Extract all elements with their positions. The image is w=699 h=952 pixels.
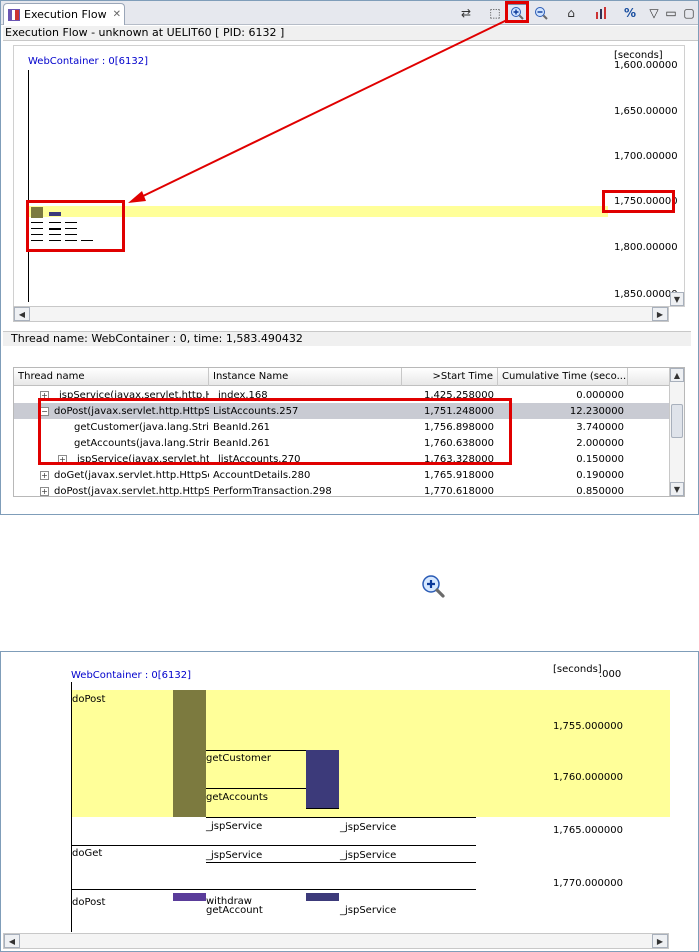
call-block-getcustomer[interactable] xyxy=(306,750,339,808)
table-row[interactable]: + doPost(javax.servlet.http.HttpS Perform… xyxy=(14,483,670,496)
table-vertical-scrollbar[interactable]: ▲ ▼ xyxy=(669,368,684,496)
column-header-thread-name[interactable]: Thread name xyxy=(14,368,209,386)
call-label-jspservice: _jspService xyxy=(340,850,397,861)
column-header-instance-name[interactable]: Instance Name xyxy=(209,368,402,386)
call-line xyxy=(72,889,476,890)
call-line xyxy=(206,788,306,789)
call-label-jspservice: _jspService xyxy=(206,821,263,832)
call-label-getaccount: getAccount xyxy=(206,905,263,916)
annotation-box-rows xyxy=(38,398,512,465)
expand-icon[interactable]: + xyxy=(40,486,49,496)
y-tick: .000 xyxy=(599,669,622,680)
chart-horizontal-scrollbar[interactable]: ◀ ▶ xyxy=(13,306,669,322)
scroll-thumb[interactable] xyxy=(671,404,683,438)
call-block-dopost[interactable] xyxy=(173,690,206,817)
zoom-in-icon xyxy=(420,573,446,599)
call-line xyxy=(206,862,476,863)
call-line xyxy=(206,817,476,818)
call-label-getcustomer: getCustomer xyxy=(206,753,271,764)
call-block-getaccount[interactable] xyxy=(306,893,339,901)
call-block-dopost[interactable] xyxy=(173,893,206,901)
scroll-up-button[interactable]: ▲ xyxy=(670,368,684,382)
y-tick: 1,765.000000 xyxy=(553,825,623,836)
scroll-right-button[interactable]: ▶ xyxy=(652,307,668,321)
unit-label: [seconds] xyxy=(553,664,602,675)
status-line: Thread name: WebContainer : 0, time: 1,5… xyxy=(3,331,691,346)
y-tick: 1,770.000000 xyxy=(553,878,623,889)
thread-label: WebContainer : 0[6132] xyxy=(71,670,192,681)
call-label-jspservice: _jspService xyxy=(340,822,397,833)
column-header-cumulative-time[interactable]: Cumulative Time (seco... xyxy=(498,368,628,386)
call-label-jspservice: _jspService xyxy=(340,905,397,916)
scroll-down-button[interactable]: ▼ xyxy=(670,482,684,496)
call-label-doget: doGet xyxy=(72,848,103,859)
highlight-band xyxy=(72,690,670,817)
call-label-dopost: doPost xyxy=(72,694,106,705)
call-line xyxy=(206,750,306,751)
expand-icon[interactable]: + xyxy=(40,470,49,480)
y-tick: 1,755.000000 xyxy=(553,721,623,732)
call-label-dopost: doPost xyxy=(72,897,106,908)
scroll-right-button[interactable]: ▶ xyxy=(652,934,668,948)
scroll-left-button[interactable]: ◀ xyxy=(14,307,30,321)
table-header: Thread name Instance Name >Start Time Cu… xyxy=(14,368,670,386)
table-row[interactable]: + doGet(javax.servlet.http.HttpSe Account… xyxy=(14,467,670,483)
y-tick: 1,760.000000 xyxy=(553,772,623,783)
call-line xyxy=(72,845,476,846)
column-header-start-time[interactable]: >Start Time xyxy=(402,368,498,386)
call-line xyxy=(306,808,339,809)
call-label-jspservice: _jspService xyxy=(206,850,263,861)
execution-flow-view: Execution Flow ✕ ⇄ ⬚ ⌂ % ▽ ▭ ▢ Execution… xyxy=(0,0,699,515)
zoomed-execution-flow-chart: WebContainer : 0[6132] [seconds] .000 1,… xyxy=(0,651,699,952)
scroll-left-button[interactable]: ◀ xyxy=(4,934,20,948)
call-label-getaccounts: getAccounts xyxy=(206,792,269,803)
zoomed-horizontal-scrollbar[interactable]: ◀ ▶ xyxy=(3,933,669,949)
